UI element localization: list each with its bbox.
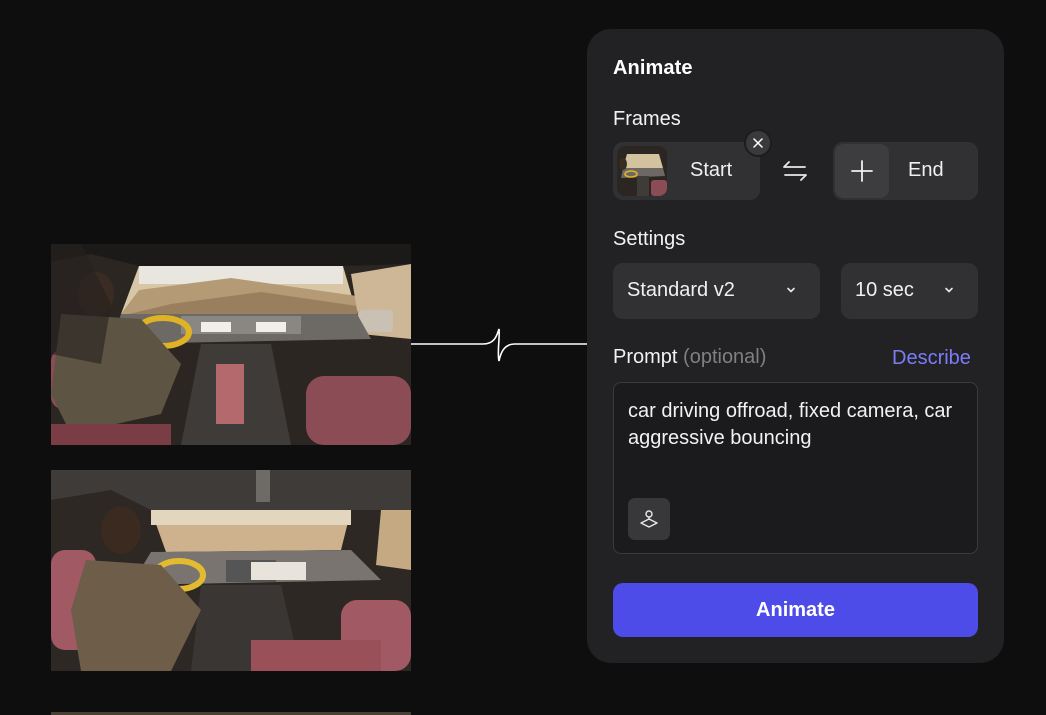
panel-title: Animate (613, 57, 693, 79)
prompt-label: Prompt (optional) (613, 346, 766, 369)
car-interior-image-2[interactable] (51, 470, 411, 671)
remove-start-frame-button[interactable] (744, 129, 772, 157)
start-frame-slot[interactable]: Start (613, 142, 760, 200)
duration-select-value: 10 sec (855, 279, 914, 301)
swap-arrows-icon[interactable] (782, 159, 808, 183)
end-frame-slot[interactable]: End (833, 142, 978, 200)
settings-label: Settings (613, 228, 686, 250)
prompt-textarea[interactable]: car driving offroad, fixed camera, car a… (613, 382, 978, 554)
prompt-optional-hint: (optional) (683, 346, 767, 368)
close-icon (753, 138, 763, 148)
model-select-value: Standard v2 (627, 279, 735, 301)
canvas: Animate Frames Start End Settings Standa… (0, 0, 1046, 715)
car-interior-image-1[interactable] (51, 244, 411, 445)
enhance-prompt-icon (640, 510, 658, 528)
add-end-frame-button[interactable] (835, 144, 889, 198)
start-frame-label: Start (690, 159, 733, 181)
animate-button[interactable]: Animate (613, 583, 978, 637)
start-frame-thumbnail (617, 146, 667, 196)
end-frame-label: End (908, 159, 944, 181)
car-interior-thumbnail (617, 146, 667, 196)
prompt-label-text: Prompt (613, 346, 678, 368)
car-interior-picture (51, 470, 411, 671)
chevron-down-icon (945, 287, 953, 293)
chevron-down-icon (787, 287, 795, 293)
enhance-prompt-button[interactable] (628, 498, 670, 540)
animate-panel: Animate Frames Start End Settings Standa… (587, 29, 1004, 663)
plus-icon (851, 160, 873, 182)
describe-link[interactable]: Describe (892, 347, 971, 370)
duration-select[interactable]: 10 sec (841, 263, 978, 319)
car-interior-picture (51, 244, 411, 445)
connector-line (411, 328, 591, 362)
model-select[interactable]: Standard v2 (613, 263, 820, 319)
frames-label: Frames (613, 108, 681, 130)
prompt-text[interactable]: car driving offroad, fixed camera, car a… (628, 398, 968, 452)
